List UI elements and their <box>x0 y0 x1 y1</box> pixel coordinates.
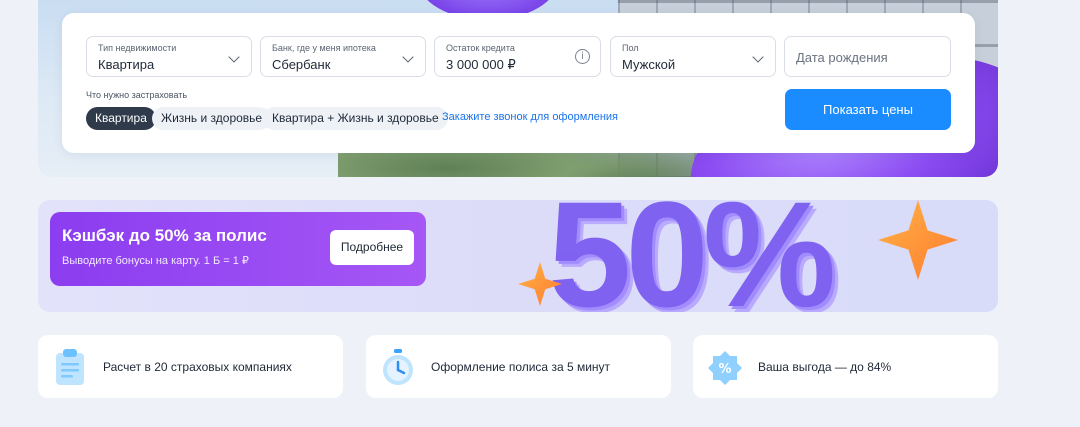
insure-label: Что нужно застраховать <box>86 90 188 100</box>
show-prices-button[interactable]: Показать цены <box>785 89 951 130</box>
cashback-details-button[interactable]: Подробнее <box>330 230 414 265</box>
feature-card: % Ваша выгода — до 84% <box>693 335 998 398</box>
bank-value: Сбербанк <box>272 57 331 72</box>
clipboard-icon <box>52 347 88 387</box>
feature-text: Оформление полиса за 5 минут <box>431 360 611 374</box>
gender-label: Пол <box>622 43 639 53</box>
bank-label: Банк, где у меня ипотека <box>272 43 376 53</box>
feature-card: Оформление полиса за 5 минут <box>366 335 671 398</box>
cashback-banner: 50% Кэшбэк до 50% за полис Выводите бону… <box>38 200 998 312</box>
option-apartment-life-health[interactable]: Квартира + Жизнь и здоровье <box>263 107 448 130</box>
star-decoration <box>878 200 958 280</box>
insurance-form: Тип недвижимости Квартира Банк, где у ме… <box>62 13 975 153</box>
chevron-down-icon <box>228 51 240 63</box>
svg-text:%: % <box>718 362 731 377</box>
chevron-down-icon <box>402 51 414 63</box>
feature-text: Ваша выгода — до 84% <box>758 360 892 374</box>
percent-badge-icon: % <box>707 347 743 387</box>
cashback-subtitle: Выводите бонусы на карту. 1 Б = 1 ₽ <box>62 255 249 267</box>
big-percent-graphic: 50% <box>548 200 836 312</box>
info-icon[interactable]: i <box>575 49 590 64</box>
feature-text: Расчет в 20 страховых компаниях <box>103 360 292 374</box>
property-type-value: Квартира <box>98 57 155 72</box>
cashback-card: Кэшбэк до 50% за полис Выводите бонусы н… <box>50 212 426 286</box>
gender-select[interactable]: Пол Мужской <box>610 36 776 77</box>
option-apartment[interactable]: Квартира <box>86 107 156 130</box>
property-type-select[interactable]: Тип недвижимости Квартира <box>86 36 252 77</box>
stopwatch-icon <box>380 347 416 387</box>
order-call-link[interactable]: Закажите звонок для оформления <box>442 111 618 123</box>
option-life-health[interactable]: Жизнь и здоровье <box>152 107 272 130</box>
bank-select[interactable]: Банк, где у меня ипотека Сбербанк <box>260 36 426 77</box>
cashback-title: Кэшбэк до 50% за полис <box>62 226 267 245</box>
property-type-label: Тип недвижимости <box>98 43 177 53</box>
loan-balance-label: Остаток кредита <box>446 43 515 53</box>
loan-balance-value: 3 000 000 ₽ <box>446 57 516 72</box>
feature-card: Расчет в 20 страховых компаниях <box>38 335 343 398</box>
chevron-down-icon <box>752 51 764 63</box>
birth-date-placeholder: Дата рождения <box>796 50 888 65</box>
birth-date-input[interactable]: Дата рождения <box>784 36 951 77</box>
gender-value: Мужской <box>622 57 676 72</box>
loan-balance-input[interactable]: Остаток кредита 3 000 000 ₽ i <box>434 36 601 77</box>
